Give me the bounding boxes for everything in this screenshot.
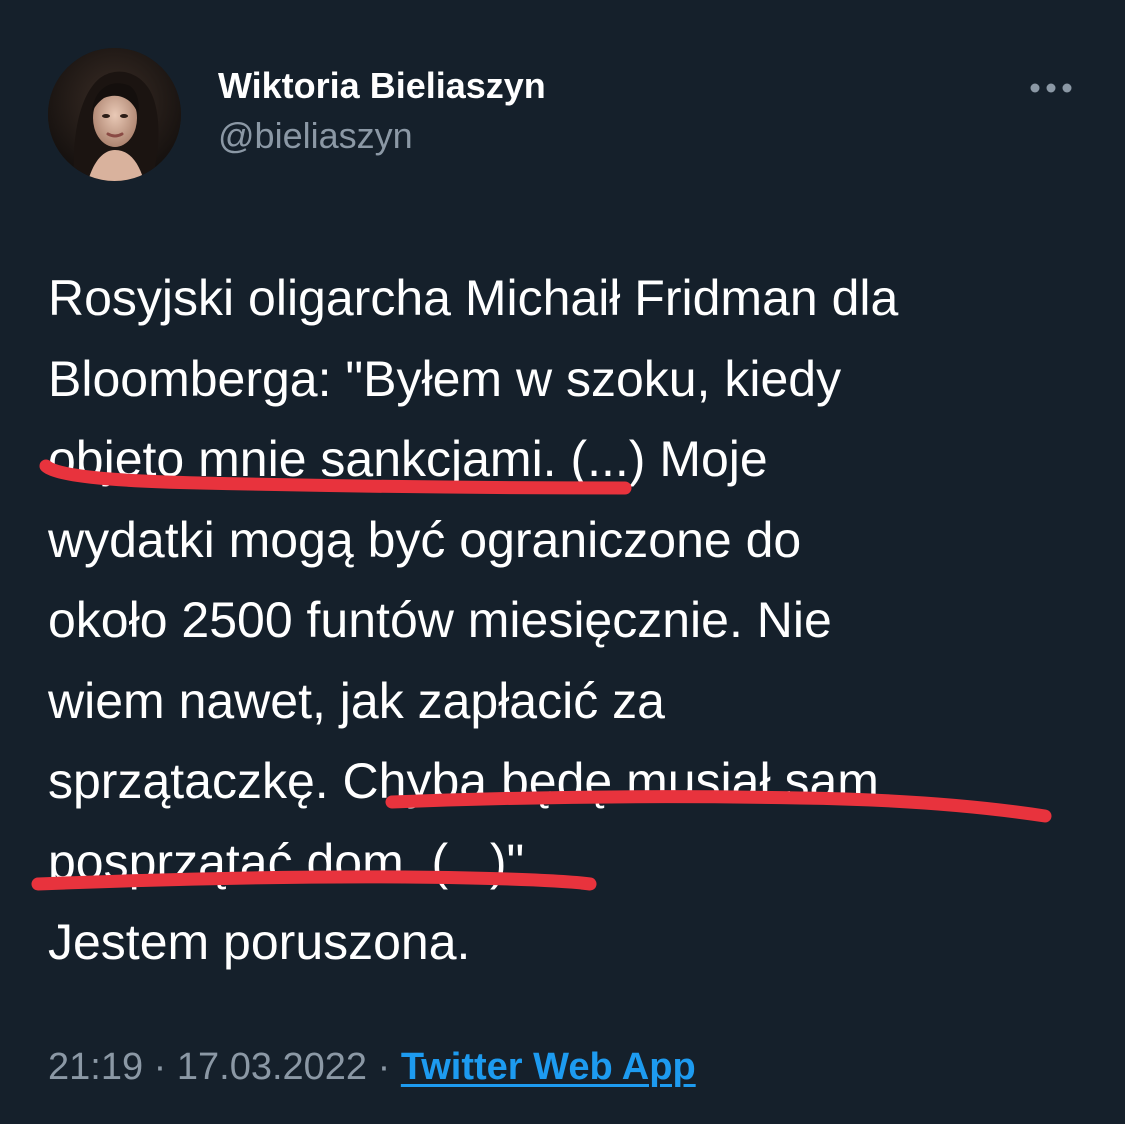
author-display-name[interactable]: Wiktoria Bieliaszyn <box>218 64 546 108</box>
more-options-button[interactable] <box>1016 68 1086 108</box>
tweet-source-link[interactable]: Twitter Web App <box>401 1046 696 1088</box>
tweet-time: 21:19 <box>48 1046 144 1088</box>
tweet-text: Rosyjski oligarcha Michaił Fridman dla B… <box>48 270 899 970</box>
avatar-photo <box>48 48 181 181</box>
meta-separator: · <box>377 1046 391 1088</box>
tweet-metadata: 21:19 · 17.03.2022 · Twitter Web App <box>48 1042 696 1092</box>
avatar[interactable] <box>48 48 181 181</box>
meta-separator: · <box>153 1046 167 1088</box>
more-horizontal-icon <box>1030 83 1072 93</box>
tweet-card: Wiktoria Bieliaszyn @bieliaszyn Rosyjski… <box>0 0 1125 1124</box>
author-handle[interactable]: @bieliaszyn <box>218 114 413 158</box>
tweet-date: 17.03.2022 <box>176 1046 368 1088</box>
